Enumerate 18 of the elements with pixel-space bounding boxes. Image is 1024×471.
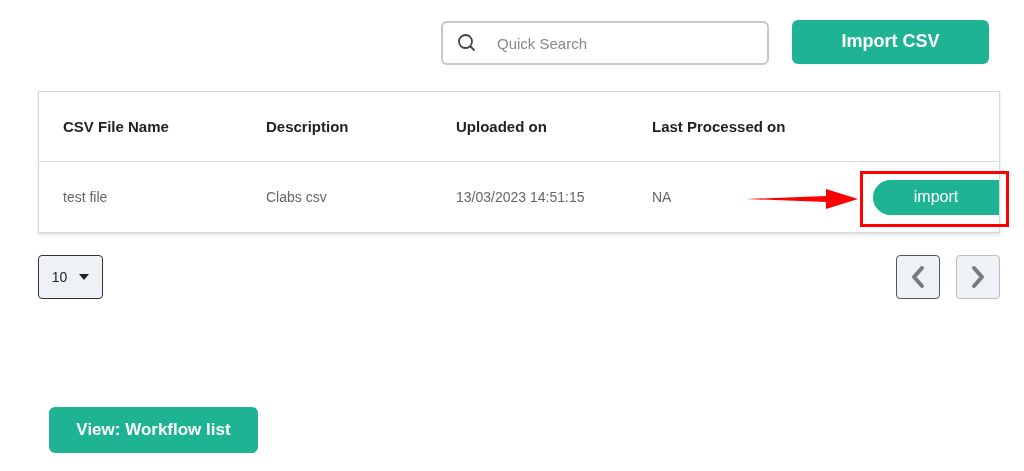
table-cell: 13/03/2023 14:51:15: [456, 189, 585, 205]
column-header: Description: [266, 117, 349, 135]
column-header: Last Processed on: [652, 117, 786, 135]
search-icon: [457, 33, 477, 53]
chevron-right-icon: [970, 265, 986, 289]
column-header: Uploaded on: [456, 117, 547, 135]
table-cell: Clabs csv: [266, 189, 327, 205]
import-csv-button[interactable]: Import CSV: [792, 19, 989, 64]
table-cell: test file: [63, 189, 108, 205]
import-button[interactable]: import: [873, 179, 999, 215]
page-size-select[interactable]: 10: [38, 255, 103, 299]
search-field[interactable]: Quick Search: [441, 21, 769, 65]
table-cell: NA: [652, 189, 672, 205]
column-header: CSV File Name: [63, 117, 169, 135]
view-workflow-list-button[interactable]: View: Workflow list: [49, 407, 258, 453]
previous-page-button[interactable]: [896, 255, 940, 299]
caret-icon: [79, 274, 90, 280]
chevron-left-icon: [910, 265, 926, 289]
